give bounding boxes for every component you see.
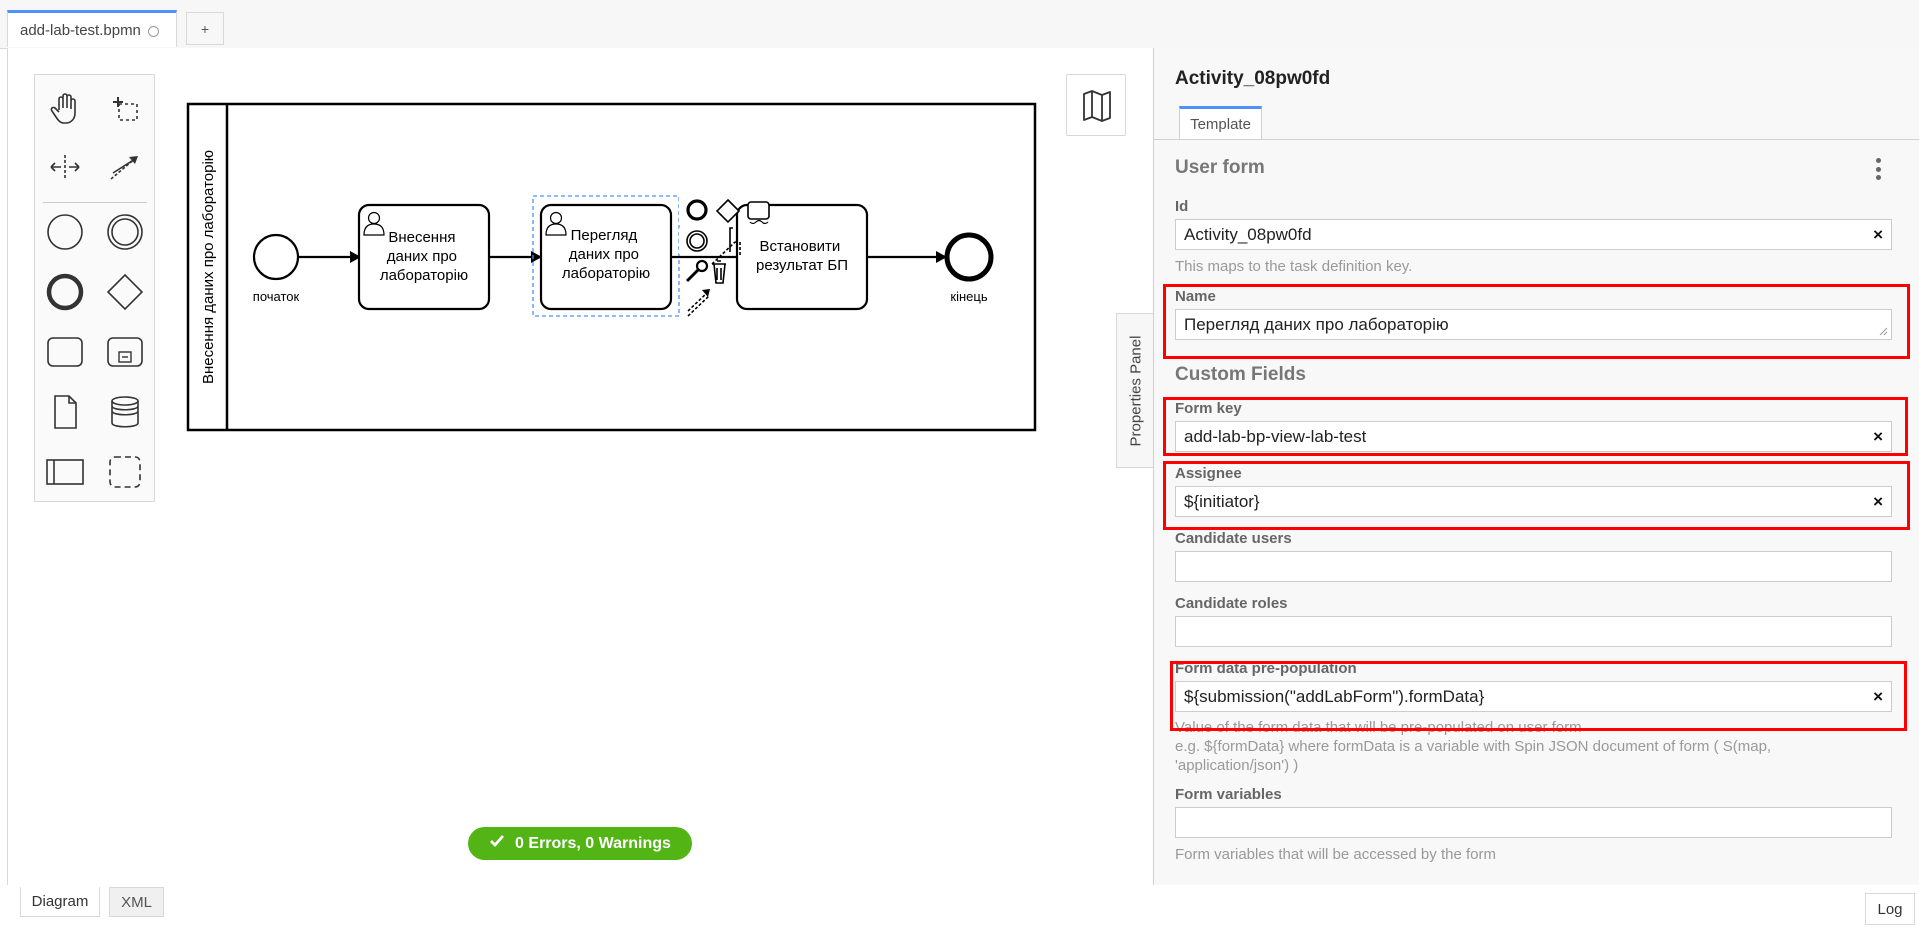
create-end-event-icon[interactable]: [45, 272, 85, 312]
lint-status-badge[interactable]: 0 Errors, 0 Warnings: [468, 827, 692, 860]
add-tab-label: +: [200, 20, 210, 37]
checkmark-icon: [489, 834, 505, 853]
highlight-form-key: [1163, 397, 1908, 456]
tab-template-label: Template: [1190, 116, 1251, 133]
tool-palette: [34, 74, 155, 502]
start-event-label: початок: [253, 289, 300, 304]
highlight-form-data: [1170, 661, 1907, 731]
task3-line-1: Встановити: [760, 238, 841, 255]
task2-line-3: лабораторію: [562, 265, 650, 282]
id-input[interactable]: Activity_08pw0fd ×: [1175, 219, 1892, 250]
tab-diagram-label: Diagram: [31, 893, 89, 910]
more-options-icon[interactable]: [1875, 158, 1881, 180]
start-event[interactable]: [252, 233, 300, 281]
create-gateway-icon[interactable]: [105, 272, 145, 312]
create-data-store-icon[interactable]: [105, 392, 145, 432]
element-id-title: Activity_08pw0fd: [1175, 68, 1331, 89]
group-title-custom-fields: Custom Fields: [1175, 364, 1306, 385]
task2-line-2: даних про: [569, 246, 639, 263]
candidate-users-input[interactable]: [1175, 551, 1892, 582]
tab-xml[interactable]: XML: [109, 887, 164, 917]
palette-separator: [43, 202, 147, 203]
global-connect-tool-icon[interactable]: [105, 147, 145, 187]
form-variables-input[interactable]: [1175, 807, 1892, 838]
task1-line-3: лабораторію: [380, 267, 468, 284]
svg-text:Перегляд даних про: Перегляд даних про лабораторію: [562, 227, 650, 282]
bpmn-diagram[interactable]: Внесення даних про лабораторію початок В…: [180, 98, 1080, 438]
tab-template[interactable]: Template: [1179, 106, 1262, 140]
candidate-roles-input[interactable]: [1175, 616, 1892, 647]
id-value: Activity_08pw0fd: [1184, 224, 1312, 244]
properties-panel-toggle[interactable]: Properties Panel: [1116, 313, 1154, 468]
append-task-icon[interactable]: [747, 201, 770, 220]
create-pool-icon[interactable]: [45, 452, 85, 492]
task-view-lab-data[interactable]: Перегляд даних про лабораторію: [532, 195, 680, 317]
tab-xml-label: XML: [121, 893, 152, 911]
form-data-description-3: 'application/json') ): [1175, 757, 1299, 774]
create-group-icon[interactable]: [105, 452, 145, 492]
space-tool-icon[interactable]: [45, 147, 85, 187]
end-event-label: кінець: [950, 289, 987, 304]
create-task-icon[interactable]: [45, 332, 85, 372]
properties-panel-toggle-label: Properties Panel: [1127, 335, 1144, 446]
task1-line-1: Внесення: [388, 229, 455, 246]
create-intermediate-event-icon[interactable]: [105, 212, 145, 252]
create-start-event-icon[interactable]: [45, 212, 85, 252]
task1-line-2: даних про: [387, 248, 457, 265]
highlight-name: [1163, 284, 1910, 359]
form-data-description-2: e.g. ${formData} where formData is a var…: [1175, 738, 1772, 755]
task3-line-2: результат БП: [756, 257, 848, 274]
file-tab[interactable]: add-lab-test.bpmn: [7, 10, 177, 47]
id-description: This maps to the task definition key.: [1175, 258, 1413, 275]
tab-divider: [1154, 139, 1919, 140]
add-tab-button[interactable]: +: [186, 12, 224, 45]
hand-tool-icon[interactable]: [45, 88, 85, 128]
bottom-bar: [0, 885, 1919, 932]
form-variables-label: Form variables: [1175, 786, 1282, 803]
lasso-tool-icon[interactable]: [105, 88, 145, 128]
file-tab-bar: add-lab-test.bpmn +: [0, 0, 1919, 49]
end-event[interactable]: [944, 232, 994, 282]
log-button-label: Log: [1877, 900, 1903, 918]
lint-status-text: 0 Errors, 0 Warnings: [515, 834, 671, 852]
unsaved-indicator-icon: [147, 25, 159, 37]
id-label: Id: [1175, 198, 1189, 215]
log-button[interactable]: Log: [1865, 893, 1915, 925]
pool-label: Внесення даних про лабораторію: [200, 150, 217, 384]
create-data-object-icon[interactable]: [45, 392, 85, 432]
task2-line-1: Перегляд: [571, 227, 638, 244]
highlight-assignee: [1163, 461, 1910, 530]
form-variables-description: Form variables that will be accessed by …: [1175, 846, 1496, 863]
candidate-users-label: Candidate users: [1175, 530, 1292, 547]
group-title-user-form: User form: [1175, 157, 1265, 178]
task-set-bp-result[interactable]: Встановити результат БП: [735, 203, 869, 311]
create-subprocess-icon[interactable]: [105, 332, 145, 372]
tab-diagram[interactable]: Diagram: [20, 887, 100, 917]
candidate-roles-label: Candidate roles: [1175, 595, 1288, 612]
svg-text:Внесення даних про: Внесення даних про лабораторію: [380, 229, 468, 284]
clear-id-icon[interactable]: ×: [1873, 225, 1883, 245]
task-enter-lab-data[interactable]: Внесення даних про лабораторію: [357, 203, 491, 311]
file-tab-label: add-lab-test.bpmn: [20, 21, 141, 39]
